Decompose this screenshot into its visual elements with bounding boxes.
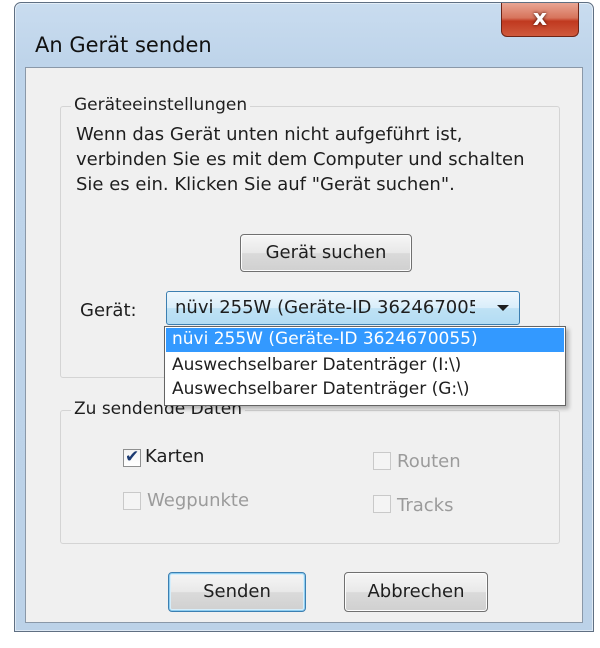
label-wegpunkte: Wegpunkte bbox=[147, 490, 250, 511]
device-settings-legend: Geräteeinstellungen bbox=[71, 95, 251, 115]
checkbox-tracks[interactable] bbox=[373, 495, 391, 513]
label-karten: Karten bbox=[145, 446, 205, 467]
device-combobox[interactable]: nüvi 255W (Geräte-ID 3624670055) bbox=[166, 291, 520, 325]
checkmark-icon: ✔ bbox=[125, 447, 140, 467]
find-device-label: Gerät suchen bbox=[265, 242, 387, 263]
close-button[interactable]: x bbox=[501, 3, 579, 37]
cancel-button[interactable]: Abbrechen bbox=[344, 572, 488, 612]
device-option[interactable]: Auswechselbarer Datenträger (I:\) bbox=[166, 354, 564, 378]
dialog-window: An Gerät senden x Geräteeinstellungen We… bbox=[14, 2, 594, 632]
device-option[interactable]: nüvi 255W (Geräte-ID 3624670055) bbox=[166, 328, 564, 352]
device-label: Gerät: bbox=[80, 300, 137, 321]
dialog-title: An Gerät senden bbox=[35, 33, 212, 57]
label-tracks: Tracks bbox=[397, 495, 454, 516]
send-button[interactable]: Senden bbox=[168, 572, 306, 612]
device-option[interactable]: Auswechselbarer Datenträger (G:\) bbox=[166, 378, 564, 402]
send-button-label: Senden bbox=[203, 581, 271, 602]
device-instructions: Wenn das Gerät unten nicht aufgeführt is… bbox=[76, 124, 525, 195]
label-routen: Routen bbox=[397, 451, 461, 472]
checkbox-karten[interactable]: ✔ bbox=[123, 447, 141, 467]
device-combobox-value: nüvi 255W (Geräte-ID 3624670055) bbox=[175, 297, 475, 318]
find-device-button[interactable]: Gerät suchen bbox=[240, 234, 412, 272]
close-icon: x bbox=[532, 6, 548, 31]
send-data-group: Zu sendende Daten bbox=[60, 399, 560, 544]
checkbox-routen[interactable] bbox=[373, 452, 391, 470]
checkbox-wegpunkte[interactable] bbox=[123, 492, 141, 510]
chevron-down-icon[interactable] bbox=[497, 305, 509, 311]
device-dropdown-list: nüvi 255W (Geräte-ID 3624670055) Auswech… bbox=[164, 326, 566, 406]
cancel-button-label: Abbrechen bbox=[367, 581, 465, 602]
